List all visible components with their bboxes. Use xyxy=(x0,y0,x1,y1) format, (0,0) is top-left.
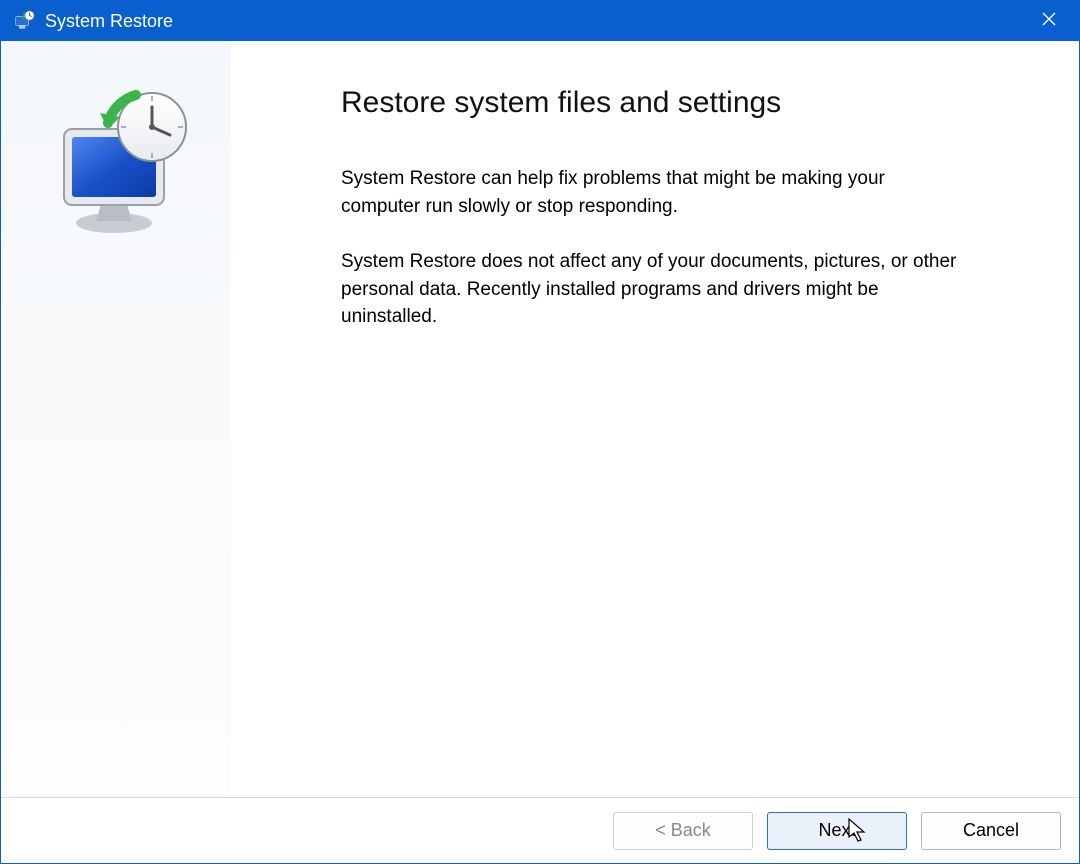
system-restore-hero-icon xyxy=(36,81,196,241)
wizard-body: Restore system files and settings System… xyxy=(1,41,1079,797)
close-button[interactable] xyxy=(1019,1,1079,41)
titlebar: System Restore xyxy=(1,1,1079,41)
intro-paragraph-2: System Restore does not affect any of yo… xyxy=(341,248,961,331)
wizard-content: Restore system files and settings System… xyxy=(231,41,1079,797)
wizard-footer: < Back Next Cancel xyxy=(1,797,1079,863)
system-restore-title-icon xyxy=(13,10,35,32)
intro-paragraph-1: System Restore can help fix problems tha… xyxy=(341,165,961,220)
page-heading: Restore system files and settings xyxy=(341,86,1019,120)
wizard-sidebar xyxy=(1,41,231,797)
system-restore-window: System Restore xyxy=(0,0,1080,864)
close-icon xyxy=(1041,11,1057,32)
cancel-button[interactable]: Cancel xyxy=(921,812,1061,850)
back-button: < Back xyxy=(613,812,753,850)
window-title: System Restore xyxy=(45,11,173,32)
next-button[interactable]: Next xyxy=(767,812,907,850)
